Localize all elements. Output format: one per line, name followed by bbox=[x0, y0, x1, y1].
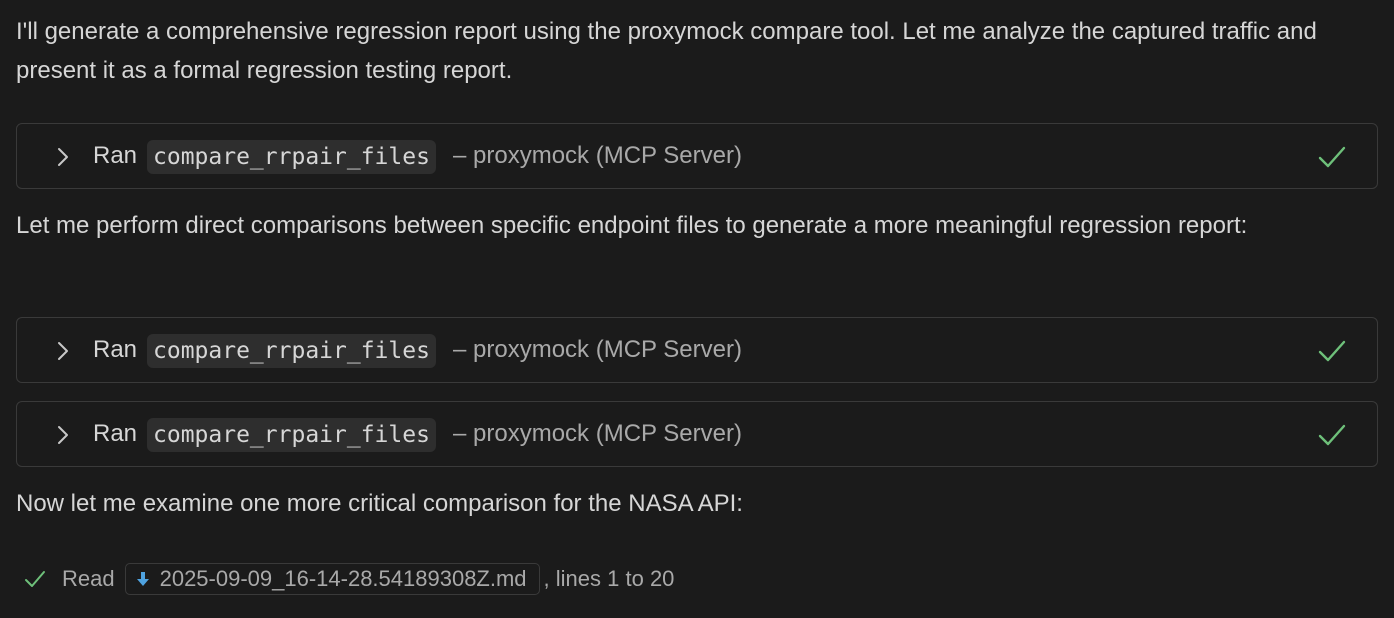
read-label: Read bbox=[62, 566, 115, 591]
file-name: 2025-09-09_16-14-28.54189308Z.md bbox=[159, 566, 527, 591]
tool-name-chip: compare_rrpair_files bbox=[147, 334, 436, 368]
checkmark-icon bbox=[24, 569, 46, 589]
comparison-message: Let me perform direct comparisons betwee… bbox=[16, 212, 1248, 239]
tool-name-chip: compare_rrpair_files bbox=[147, 140, 436, 174]
tool-call-card-1[interactable]: Ran compare_rrpair_files – proxymock (MC… bbox=[16, 123, 1378, 189]
chevron-right-icon[interactable] bbox=[55, 340, 71, 362]
checkmark-icon bbox=[1317, 421, 1347, 449]
file-link-chip[interactable]: 2025-09-09_16-14-28.54189308Z.md bbox=[124, 563, 540, 595]
chevron-right-icon[interactable] bbox=[55, 424, 71, 446]
checkmark-icon bbox=[1317, 337, 1347, 365]
chevron-right-icon[interactable] bbox=[55, 146, 71, 168]
intro-message: I'll generate a comprehensive regression… bbox=[16, 18, 1317, 84]
ran-label: Ran bbox=[93, 142, 138, 169]
tool-call-card-3[interactable]: Ran compare_rrpair_files – proxymock (MC… bbox=[16, 401, 1378, 467]
server-label: – proxymock (MCP Server) bbox=[453, 336, 742, 363]
ran-label: Ran bbox=[93, 420, 138, 447]
download-arrow-icon bbox=[136, 571, 150, 587]
checkmark-icon bbox=[1317, 143, 1347, 171]
ran-label: Ran bbox=[93, 336, 138, 363]
server-label: – proxymock (MCP Server) bbox=[453, 420, 742, 447]
tool-name-chip: compare_rrpair_files bbox=[147, 418, 436, 452]
nasa-message: Now let me examine one more critical com… bbox=[16, 490, 743, 517]
server-label: – proxymock (MCP Server) bbox=[453, 142, 742, 169]
read-file-row: Read 2025-09-09_16-14-28.54189308Z.md , … bbox=[24, 562, 674, 596]
tool-call-card-2[interactable]: Ran compare_rrpair_files – proxymock (MC… bbox=[16, 317, 1378, 383]
line-range-label: , lines 1 to 20 bbox=[543, 566, 675, 591]
